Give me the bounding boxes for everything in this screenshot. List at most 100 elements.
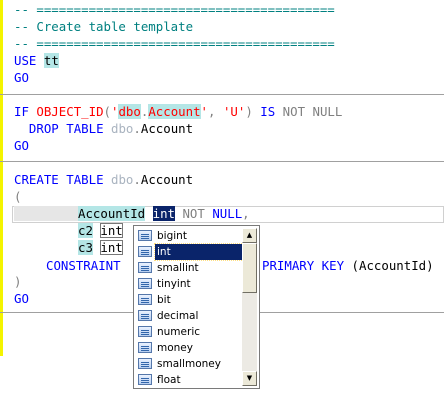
completion-item-label: decimal bbox=[157, 310, 199, 322]
table-name: Account bbox=[140, 172, 194, 187]
code-line-go-2: GO bbox=[14, 138, 29, 154]
completion-item-label: money bbox=[157, 342, 193, 354]
datatype-icon bbox=[138, 358, 152, 369]
code-line-primary-key: PRIMARY KEY (AccountId) bbox=[262, 258, 434, 274]
keyword-drop: DROP bbox=[28, 121, 59, 136]
keyword-not: NOT bbox=[182, 206, 205, 221]
paren: ) bbox=[14, 274, 22, 289]
selected-type[interactable]: int bbox=[152, 206, 175, 221]
completion-list[interactable]: bigint int smallint tinyint bit decimal numeri… bbox=[133, 225, 260, 389]
paren: ( bbox=[103, 104, 111, 119]
code-line-use: USE tt bbox=[14, 53, 59, 69]
datatype-icon bbox=[138, 278, 152, 289]
code-line-comment-1: -- =====================================… bbox=[14, 2, 335, 18]
dot: . bbox=[133, 121, 141, 136]
keyword-go: GO bbox=[14, 70, 29, 85]
completion-item-label: tinyint bbox=[157, 278, 191, 290]
comment-text: -- Create table template bbox=[14, 19, 194, 34]
code-line-c3: c3 int bbox=[78, 240, 123, 256]
function-object-id: OBJECT_ID bbox=[36, 104, 104, 119]
code-line-accountid: AccountId int NOT NULL, bbox=[14, 206, 250, 222]
comma: , bbox=[242, 206, 250, 221]
keyword-primary-key: PRIMARY KEY bbox=[262, 258, 345, 273]
keyword-is: IS bbox=[260, 104, 276, 119]
completion-item[interactable]: bit bbox=[136, 292, 244, 308]
column-name: c2 bbox=[78, 223, 93, 238]
keyword-go: GO bbox=[14, 291, 29, 306]
completion-item[interactable]: money bbox=[136, 340, 244, 356]
code-line-create: CREATE TABLE dbo.Account bbox=[14, 172, 193, 188]
code-line-go-3: GO bbox=[14, 291, 29, 307]
completion-item-label: numeric bbox=[157, 326, 201, 338]
completion-item[interactable]: smallint bbox=[136, 260, 244, 276]
scroll-thumb[interactable] bbox=[242, 243, 257, 293]
pk-column: (AccountId) bbox=[351, 258, 434, 273]
datatype-icon bbox=[138, 342, 152, 353]
completion-item[interactable]: numeric bbox=[136, 324, 244, 340]
quote: ' bbox=[200, 104, 209, 119]
code-line-comment-3: -- =====================================… bbox=[14, 36, 335, 52]
keyword-not: NOT bbox=[282, 104, 306, 119]
completion-item[interactable]: decimal bbox=[136, 308, 244, 324]
table-name: Account bbox=[148, 104, 201, 119]
keyword-null: NULL bbox=[212, 206, 243, 221]
code-line-open-paren: ( bbox=[14, 189, 21, 205]
completion-item[interactable]: smallmoney bbox=[136, 356, 244, 372]
indent-marker bbox=[14, 206, 78, 221]
completion-item[interactable]: bigint bbox=[136, 228, 244, 244]
comma: , bbox=[208, 104, 223, 119]
paren: ( bbox=[14, 189, 22, 204]
column-name: AccountId bbox=[78, 206, 146, 221]
datatype-icon bbox=[138, 374, 152, 385]
completion-item-label: bigint bbox=[157, 230, 187, 242]
datatype-icon bbox=[138, 310, 152, 321]
keyword-null: NULL bbox=[312, 104, 343, 119]
database-name: tt bbox=[43, 53, 59, 68]
completion-item-label: float bbox=[157, 374, 181, 386]
keyword-if: IF bbox=[14, 104, 29, 119]
code-line-if: IF OBJECT_ID('dbo.Account', 'U') IS NOT … bbox=[14, 104, 342, 120]
completion-item-label: int bbox=[154, 243, 246, 261]
paren: ) bbox=[245, 104, 253, 119]
comment-text: -- =====================================… bbox=[14, 36, 335, 51]
schema-name: dbo bbox=[118, 104, 141, 119]
datatype-icon bbox=[138, 294, 152, 305]
completion-item-label: smallint bbox=[157, 262, 199, 274]
code-line-close-paren: ) bbox=[14, 274, 21, 290]
keyword-table: TABLE bbox=[66, 172, 104, 187]
completion-item[interactable]: float bbox=[136, 372, 244, 388]
code-line-go-1: GO bbox=[14, 70, 29, 86]
keyword-constraint: CONSTRAINT bbox=[46, 258, 121, 273]
completion-item[interactable]: tinyint bbox=[136, 276, 244, 292]
code-line-drop: DROP TABLE dbo.Account bbox=[14, 121, 193, 137]
comment-text: -- =====================================… bbox=[14, 2, 335, 17]
scrollbar[interactable]: ▲ ▼ bbox=[242, 228, 257, 386]
string-literal: 'U' bbox=[222, 104, 246, 119]
keyword-use: USE bbox=[14, 53, 37, 68]
change-margin-indicator bbox=[0, 0, 3, 356]
datatype-icon bbox=[138, 246, 152, 257]
code-line-c2: c2 int bbox=[78, 223, 123, 239]
scroll-up-button[interactable]: ▲ bbox=[242, 228, 257, 243]
keyword-table: TABLE bbox=[66, 121, 104, 136]
column-type: int bbox=[100, 240, 123, 255]
sql-editor[interactable]: -- =====================================… bbox=[0, 0, 444, 400]
datatype-icon bbox=[138, 262, 152, 273]
schema-name: dbo bbox=[111, 172, 134, 187]
batch-separator bbox=[0, 94, 444, 95]
datatype-icon bbox=[138, 326, 152, 337]
keyword-create: CREATE bbox=[14, 172, 59, 187]
dot: . bbox=[133, 172, 141, 187]
completion-items[interactable]: bigint int smallint tinyint bit decimal numeri… bbox=[136, 228, 246, 388]
scroll-down-button[interactable]: ▼ bbox=[242, 371, 257, 386]
code-line-constraint: CONSTRAINT bbox=[46, 258, 121, 274]
datatype-icon bbox=[138, 230, 152, 241]
keyword-go: GO bbox=[14, 138, 29, 153]
column-type: int bbox=[100, 223, 123, 238]
schema-name: dbo bbox=[111, 121, 134, 136]
completion-item-label: smallmoney bbox=[157, 358, 221, 370]
completion-item-label: bit bbox=[157, 294, 171, 306]
code-line-comment-2: -- Create table template bbox=[14, 19, 193, 35]
completion-item[interactable]: int bbox=[136, 243, 246, 261]
table-name: Account bbox=[140, 121, 194, 136]
